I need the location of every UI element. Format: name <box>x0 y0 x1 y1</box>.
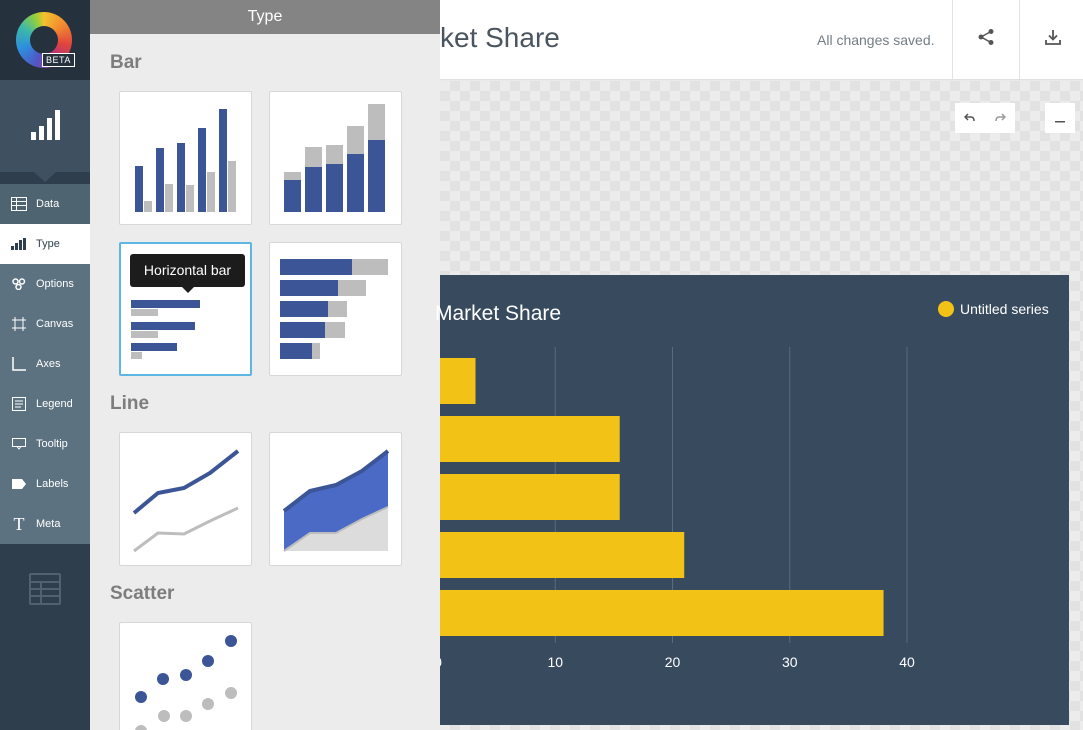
beta-badge: BETA <box>42 53 75 67</box>
sidebar-item-label: Labels <box>36 478 69 490</box>
section-title-line: Line <box>110 393 150 414</box>
sidebar-item-label: Data <box>36 198 60 210</box>
sidebar-item-label: Type <box>36 238 60 250</box>
plot-area: 0 10 20 30 40 <box>440 347 915 670</box>
table-icon <box>10 195 28 213</box>
sidebar-item-label: Tooltip <box>36 438 68 450</box>
x-tick-label: 10 <box>547 654 563 670</box>
legend-icon <box>10 395 28 413</box>
sidebar-item-meta[interactable]: T Meta <box>0 504 90 544</box>
data-grid-icon[interactable] <box>29 573 61 605</box>
chart-bar[interactable] <box>440 358 476 404</box>
redo-button[interactable] <box>985 103 1015 133</box>
chart-type-area[interactable] <box>269 432 402 566</box>
chart-type-panel: Type Bar Horizontal bar Line Scatter <box>90 0 440 730</box>
section-title-bar: Bar <box>110 52 142 73</box>
save-status: All changes saved. <box>817 32 935 48</box>
tooltip-icon <box>10 435 28 453</box>
sidebar-item-label: Axes <box>36 358 61 370</box>
undo-icon <box>963 111 976 126</box>
chart-preview[interactable]: Market Share Untitled series 010203040 <box>435 275 1069 725</box>
logo-box: BETA <box>0 0 90 80</box>
section-title-scatter: Scatter <box>110 583 175 604</box>
label-icon <box>10 475 28 493</box>
chart-type-stacked-horizontal-bar[interactable] <box>269 242 402 376</box>
sidebar-item-tooltip[interactable]: Tooltip <box>0 424 90 464</box>
sidebar-item-data[interactable]: Data <box>0 184 90 224</box>
chart-type-grouped-column[interactable] <box>119 91 252 225</box>
download-icon <box>1044 29 1061 50</box>
undo-button[interactable] <box>955 103 985 133</box>
bar-chart-icon <box>10 235 28 253</box>
left-rail: BETA Data Type Options Canvas Axes Legen… <box>0 0 90 730</box>
x-tick-label: 30 <box>782 654 798 670</box>
sidebar-item-legend[interactable]: Legend <box>0 384 90 424</box>
panel-title: Type <box>90 0 440 34</box>
share-button[interactable] <box>952 0 1018 79</box>
chart-bar[interactable] <box>440 416 620 462</box>
x-tick-label: 0 <box>440 654 442 670</box>
chart-bar[interactable] <box>440 590 884 636</box>
canvas-icon <box>10 315 28 333</box>
share-icon <box>977 28 995 51</box>
sidebar-nav: Data Type Options Canvas Axes Legend Too… <box>0 184 90 544</box>
options-icon <box>10 275 28 293</box>
minus-icon <box>1055 111 1065 126</box>
zoom-out-button[interactable] <box>1045 103 1075 133</box>
chart-type-tooltip: Horizontal bar <box>130 254 245 293</box>
x-tick-label: 40 <box>899 654 915 670</box>
sidebar-item-label: Canvas <box>36 318 74 330</box>
top-bar: ket Share All changes saved. <box>440 0 1083 80</box>
sidebar-item-label: Legend <box>36 398 73 410</box>
chart-type-line[interactable] <box>119 432 252 566</box>
sidebar-item-labels[interactable]: Labels <box>0 464 90 504</box>
bar-chart-icon <box>31 110 61 140</box>
text-icon: T <box>13 513 25 534</box>
chart-type-scatter[interactable] <box>119 622 252 730</box>
sidebar-item-options[interactable]: Options <box>0 264 90 304</box>
redo-icon <box>994 111 1007 126</box>
chart-type-stacked-column[interactable] <box>269 91 402 225</box>
chart-bar[interactable] <box>440 532 685 578</box>
sidebar-item-canvas[interactable]: Canvas <box>0 304 90 344</box>
sidebar-item-label: Options <box>36 278 74 290</box>
sidebar-item-type[interactable]: Type <box>0 224 90 264</box>
axes-icon <box>10 355 28 373</box>
x-tick-label: 20 <box>665 654 681 670</box>
chart-bar[interactable] <box>440 474 620 520</box>
document-title[interactable]: ket Share <box>440 22 560 54</box>
download-button[interactable] <box>1019 0 1083 79</box>
sidebar-item-label: Meta <box>36 518 61 530</box>
sidebar-item-axes[interactable]: Axes <box>0 344 90 384</box>
